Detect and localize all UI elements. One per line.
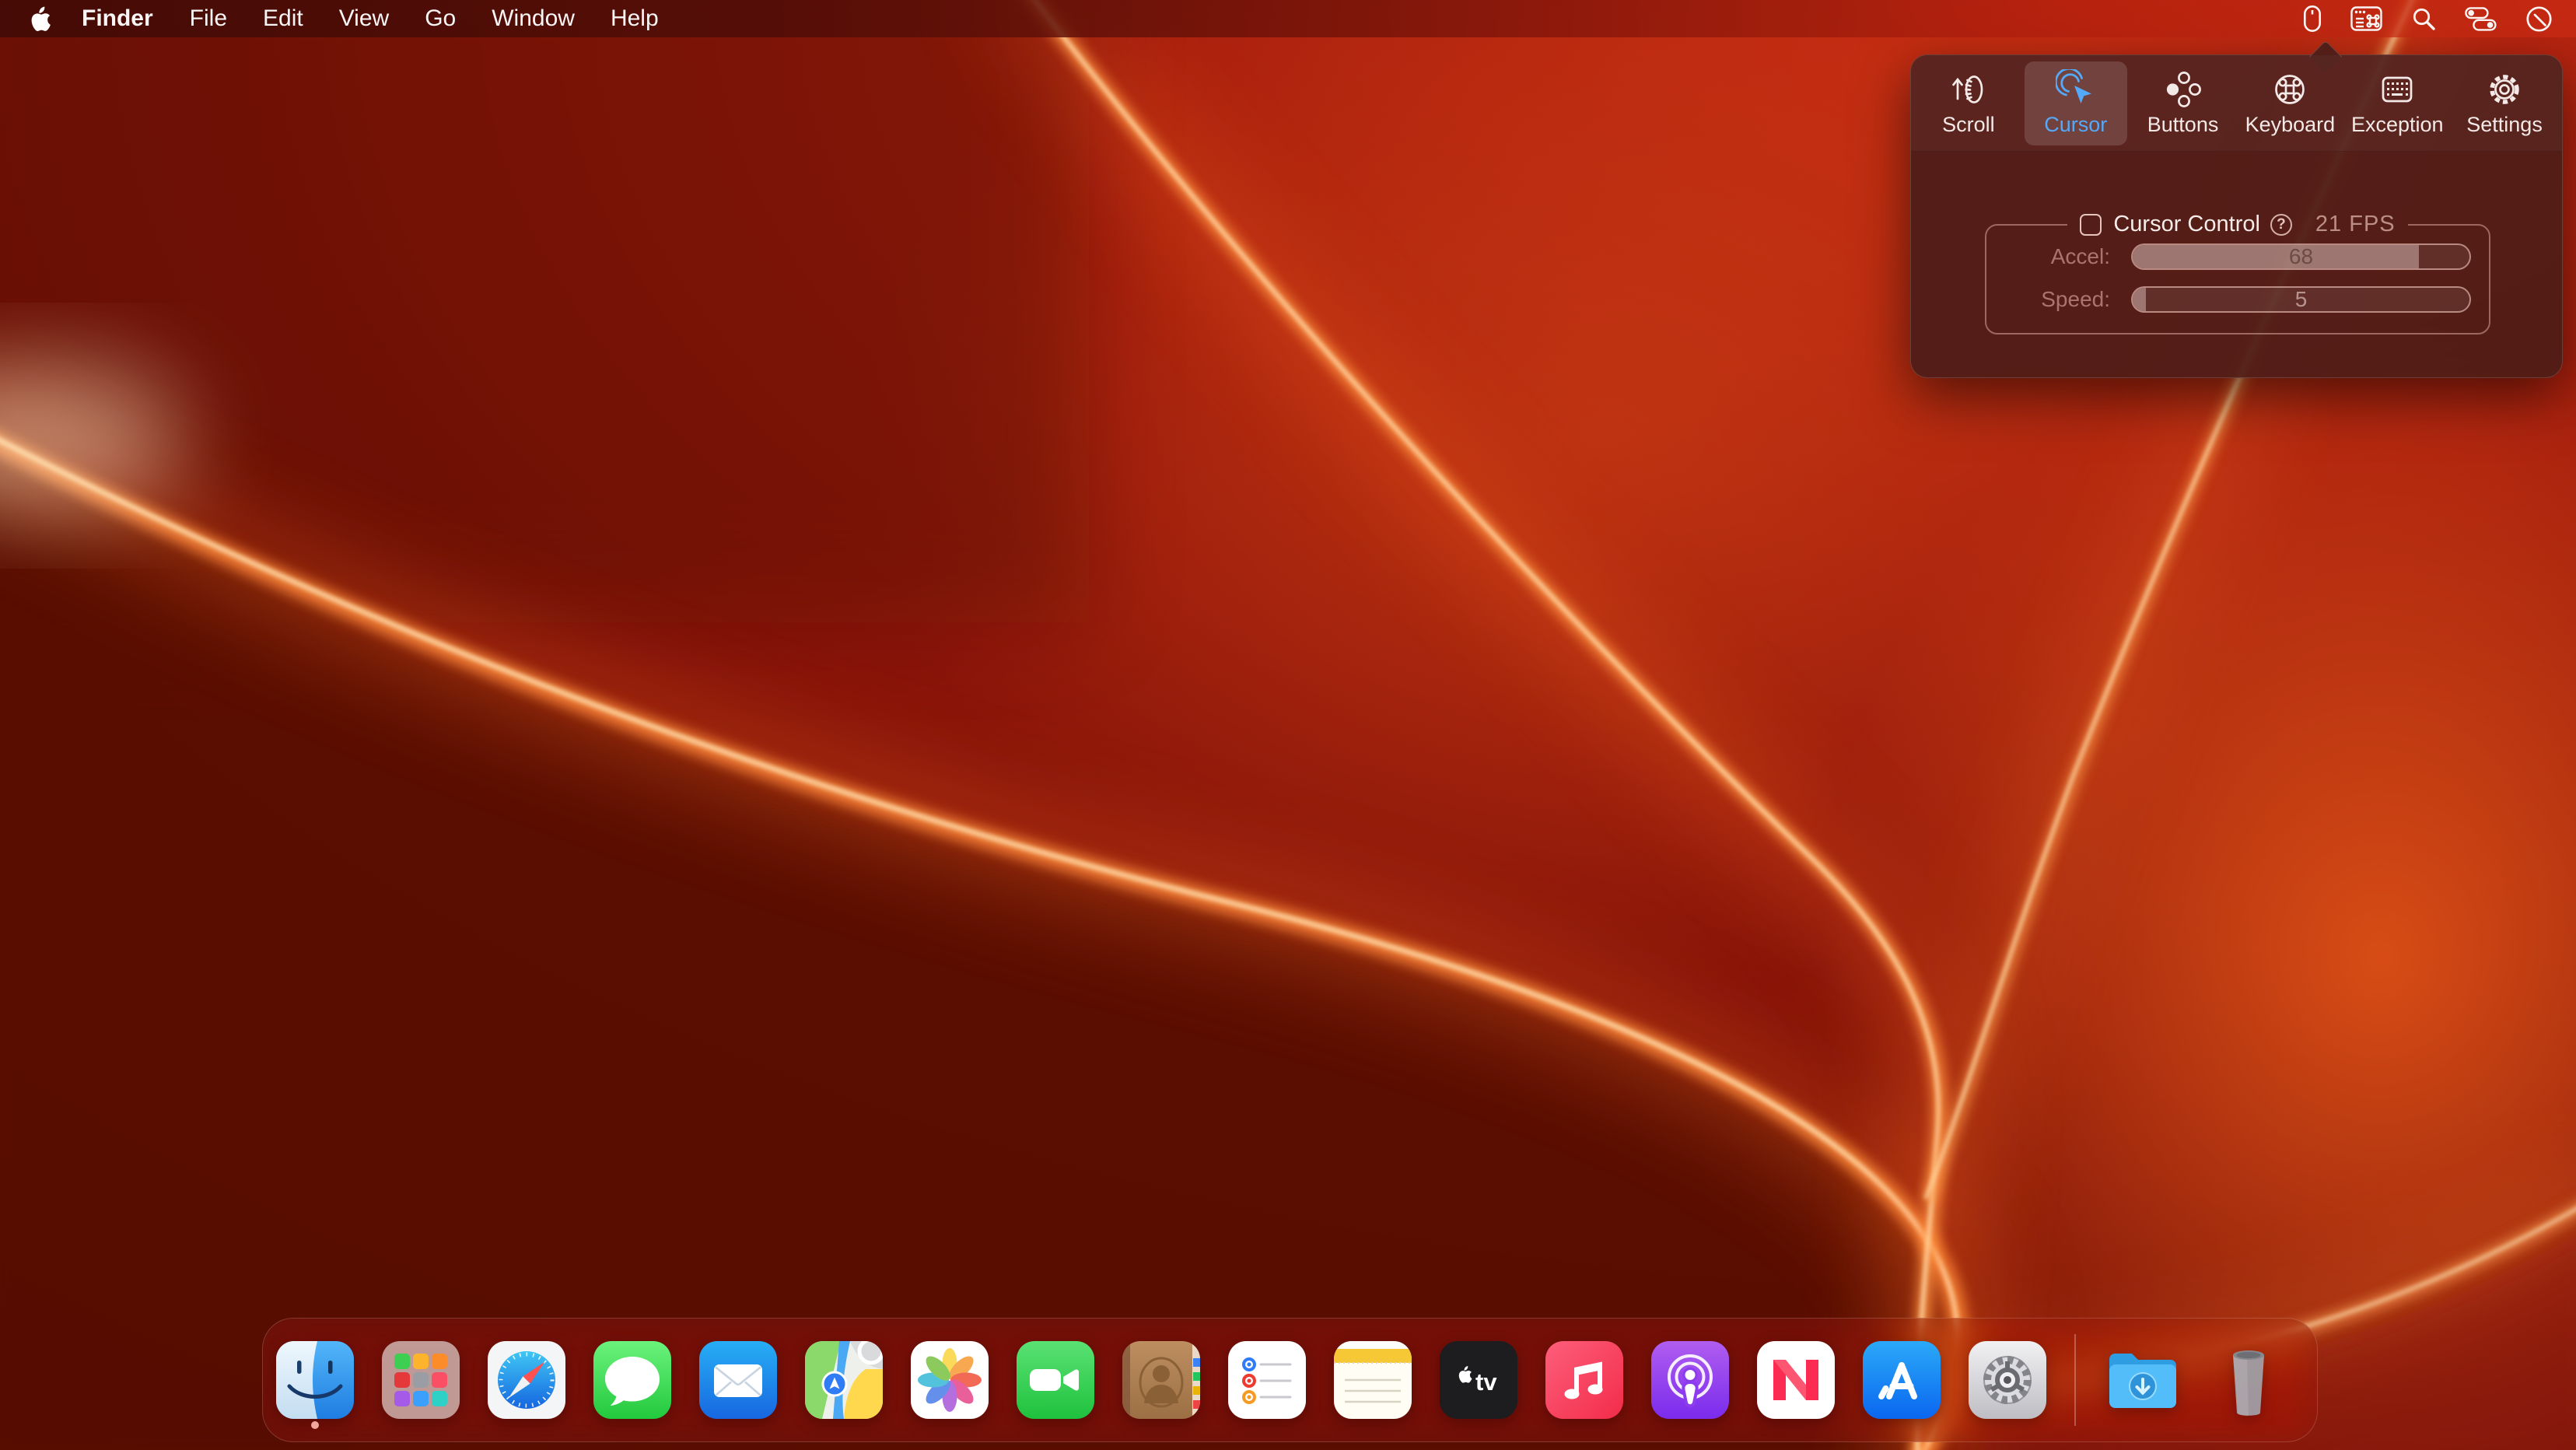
- help-icon[interactable]: ?: [2270, 214, 2292, 236]
- finder-icon: [276, 1341, 354, 1419]
- control-center-icon[interactable]: [2465, 7, 2497, 31]
- popover-tab-bar: Scroll Cursor: [1911, 55, 2562, 152]
- menu-item-finder[interactable]: Finder: [63, 0, 172, 37]
- cursor-click-icon: [2056, 68, 2096, 111]
- dock-separator: [2074, 1334, 2076, 1426]
- accel-row: Accel: 68: [1958, 243, 2471, 270]
- dock-item-safari[interactable]: [488, 1341, 565, 1419]
- mouse-buttons-icon: [2163, 68, 2203, 111]
- menu-item-help[interactable]: Help: [593, 0, 677, 37]
- menu-item-edit[interactable]: Edit: [245, 0, 321, 37]
- finder-running-indicator: [311, 1421, 319, 1429]
- dock-item-podcasts[interactable]: [1651, 1341, 1729, 1419]
- messages-icon: [593, 1341, 671, 1419]
- mouse-icon[interactable]: [2303, 5, 2322, 33]
- command-window-icon[interactable]: [2350, 6, 2382, 31]
- menu-item-go[interactable]: Go: [407, 0, 474, 37]
- menu-item-file[interactable]: File: [172, 0, 245, 37]
- dock-item-maps[interactable]: [805, 1341, 883, 1419]
- cursor-control-legend: Cursor Control ? 21 FPS: [2067, 212, 2407, 237]
- system-settings-icon: [1969, 1341, 2046, 1419]
- contacts-icon: [1122, 1341, 1200, 1419]
- speed-row: Speed: 5: [1958, 286, 2471, 313]
- menu-bar-left: Finder File Edit View Go Window Help: [0, 0, 677, 37]
- reminders-icon: [1228, 1341, 1306, 1419]
- menu-bar-status-area: [2303, 5, 2576, 33]
- command-circle-icon: [2270, 68, 2310, 111]
- podcasts-icon: [1651, 1341, 1729, 1419]
- dock-item-reminders[interactable]: [1228, 1341, 1306, 1419]
- safari-icon: [488, 1341, 565, 1419]
- search-icon[interactable]: [2411, 6, 2436, 31]
- dock-item-downloads[interactable]: [2104, 1341, 2182, 1419]
- menu-item-view[interactable]: View: [321, 0, 407, 37]
- launchpad-icon: [382, 1341, 460, 1419]
- mail-icon: [699, 1341, 777, 1419]
- accel-value: 68: [2133, 245, 2469, 268]
- facetime-icon: [1017, 1341, 1094, 1419]
- circle-slash-icon[interactable]: [2525, 5, 2553, 33]
- tab-settings-label: Settings: [2466, 113, 2543, 137]
- speed-value: 5: [2133, 288, 2469, 311]
- tab-cursor[interactable]: Cursor: [2025, 61, 2127, 145]
- downloads-folder-icon: [2104, 1341, 2182, 1419]
- speed-label: Speed:: [1958, 287, 2110, 312]
- scroll-wheel-icon: [1948, 68, 1989, 111]
- tab-buttons-label: Buttons: [2147, 113, 2219, 137]
- dock-item-contacts[interactable]: [1122, 1341, 1200, 1419]
- desktop: Finder File Edit View Go Window Help: [0, 0, 2576, 1450]
- tab-settings[interactable]: Settings: [2453, 61, 2556, 145]
- dock-item-facetime[interactable]: [1017, 1341, 1094, 1419]
- dock-item-mail[interactable]: [699, 1341, 777, 1419]
- svg-text:tv: tv: [1475, 1368, 1497, 1396]
- tab-exception-label: Exception: [2351, 113, 2444, 137]
- dock-item-launchpad[interactable]: [382, 1341, 460, 1419]
- dock-item-news[interactable]: [1757, 1341, 1835, 1419]
- tab-scroll[interactable]: Scroll: [1917, 61, 2020, 145]
- appstore-icon: [1863, 1341, 1941, 1419]
- maps-icon: [805, 1341, 883, 1419]
- cursor-panel: Cursor Control ? 21 FPS Accel: 68 Speed:…: [1911, 152, 2562, 377]
- dock-item-system-settings[interactable]: [1969, 1341, 2046, 1419]
- tab-buttons[interactable]: Buttons: [2132, 61, 2235, 145]
- dock-item-appstore[interactable]: [1863, 1341, 1941, 1419]
- dock-item-tv[interactable]: tv: [1440, 1341, 1517, 1419]
- tab-exception[interactable]: Exception: [2346, 61, 2448, 145]
- apple-icon[interactable]: [30, 6, 51, 32]
- dock: tv: [262, 1318, 2318, 1442]
- dock-item-trash[interactable]: [2210, 1341, 2287, 1419]
- appletv-icon: tv: [1440, 1341, 1517, 1419]
- dock-item-messages[interactable]: [593, 1341, 671, 1419]
- tab-cursor-label: Cursor: [2044, 113, 2107, 137]
- cursor-control-checkbox[interactable]: [2080, 214, 2102, 236]
- cursor-control-label: Cursor Control: [2113, 212, 2260, 237]
- photos-icon: [911, 1341, 989, 1419]
- mouse-settings-popover: Scroll Cursor: [1910, 54, 2563, 378]
- menu-item-window[interactable]: Window: [474, 0, 593, 37]
- cursor-control-group: Cursor Control ? 21 FPS: [1985, 212, 2490, 334]
- tab-keyboard[interactable]: Keyboard: [2238, 61, 2341, 145]
- keyboard-grid-icon: [2377, 68, 2417, 111]
- notes-icon: [1334, 1341, 1412, 1419]
- speed-slider[interactable]: 5: [2131, 286, 2471, 313]
- fps-readout: 21 FPS: [2315, 212, 2396, 237]
- gear-icon: [2484, 68, 2525, 111]
- accel-slider[interactable]: 68: [2131, 243, 2471, 270]
- menu-bar: Finder File Edit View Go Window Help: [0, 0, 2576, 37]
- tab-keyboard-label: Keyboard: [2245, 113, 2336, 137]
- dock-item-finder[interactable]: [276, 1341, 354, 1419]
- dock-item-music[interactable]: [1545, 1341, 1623, 1419]
- news-icon: [1757, 1341, 1835, 1419]
- music-icon: [1545, 1341, 1623, 1419]
- accel-label: Accel:: [1958, 244, 2110, 269]
- trash-icon: [2210, 1341, 2287, 1419]
- dock-item-notes[interactable]: [1334, 1341, 1412, 1419]
- tab-scroll-label: Scroll: [1942, 113, 1995, 137]
- dock-item-photos[interactable]: [911, 1341, 989, 1419]
